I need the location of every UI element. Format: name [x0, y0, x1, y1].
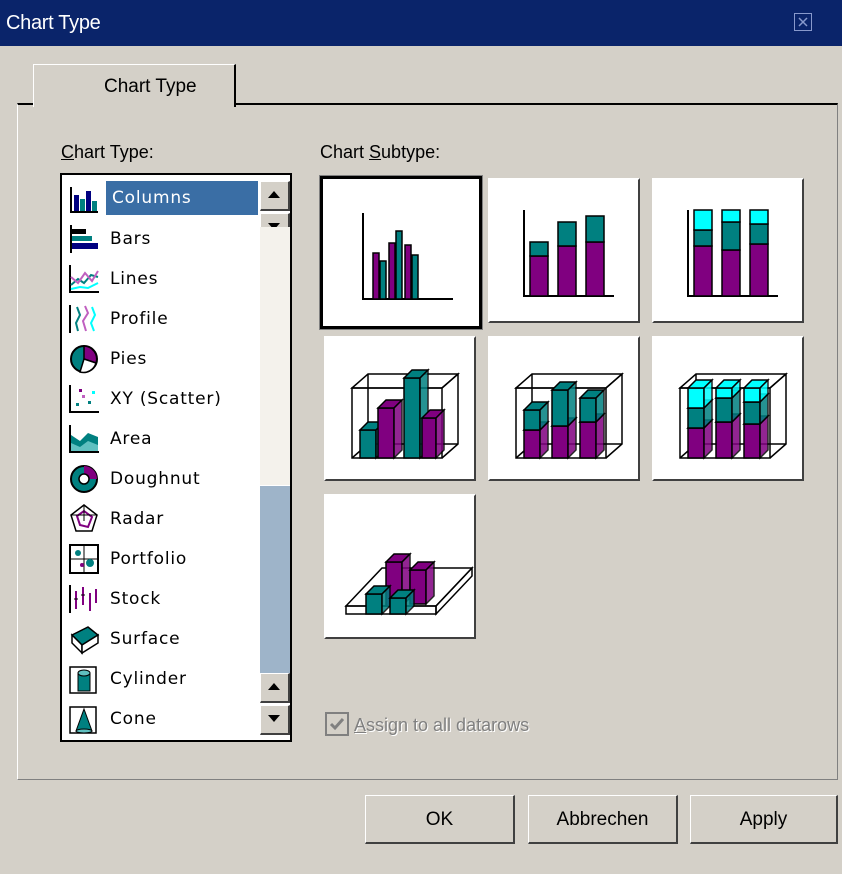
list-item-cylinder[interactable]: Cylinder [66, 659, 262, 697]
list-item-label: Cone [110, 709, 157, 729]
list-item-doughnut[interactable]: Doughnut [66, 459, 262, 497]
column-stacked-100-icon [687, 209, 778, 297]
apply-button[interactable]: Apply [690, 795, 838, 844]
column-clustered-icon [362, 213, 453, 300]
list-item-label: Cylinder [110, 669, 187, 689]
list-item-label: Columns [106, 181, 258, 215]
column-stacked-icon [523, 210, 614, 297]
subtype-column-stacked-100[interactable] [652, 178, 804, 323]
list-item-label: Profile [110, 309, 169, 329]
subtype-column-3d[interactable] [324, 494, 476, 639]
list-item-cone[interactable]: Cone [66, 699, 262, 737]
close-icon [798, 17, 808, 27]
close-button[interactable] [794, 13, 812, 31]
column-3d-icon [344, 552, 474, 616]
column-3d-clustered-icon [350, 368, 460, 460]
subtype-column-3d-clustered[interactable] [324, 336, 476, 481]
surface-icon [68, 623, 100, 655]
scroll-up-button[interactable] [260, 181, 290, 211]
list-item-portfolio[interactable]: Portfolio [66, 539, 262, 577]
checkmark-icon [329, 718, 345, 731]
list-item-label: Stock [110, 589, 162, 609]
radar-icon [68, 503, 100, 535]
cylinder-icon [68, 663, 100, 695]
arrow-down-icon [268, 715, 280, 722]
title-bar: Chart Type [0, 0, 842, 46]
scatter-icon [68, 383, 100, 415]
subtype-column-clustered[interactable] [319, 175, 483, 330]
subtype-column-stacked[interactable] [488, 178, 640, 323]
chart-type-label: Chart Type: [61, 142, 154, 162]
scrollbar-track[interactable] [260, 227, 290, 485]
pies-icon [68, 343, 100, 375]
cone-icon [68, 703, 100, 735]
list-item-label: Portfolio [110, 549, 188, 569]
list-item-profile[interactable]: Profile [66, 299, 262, 337]
portfolio-icon [68, 543, 100, 575]
list-item-label: Area [110, 429, 153, 449]
window-title: Chart Type [6, 12, 101, 34]
list-item-columns[interactable]: Columns [66, 179, 262, 217]
subtype-column-3d-stacked[interactable] [488, 336, 640, 481]
doughnut-icon [68, 463, 100, 495]
bars-icon [68, 223, 100, 255]
list-item-surface[interactable]: Surface [66, 619, 262, 657]
column-3d-stacked-icon [514, 372, 624, 460]
list-item-label: XY (Scatter) [110, 389, 222, 409]
ok-button[interactable]: OK [365, 795, 515, 844]
list-item-radar[interactable]: Radar [66, 499, 262, 537]
list-item-bars[interactable]: Bars [66, 219, 262, 257]
scrollbar-thumb[interactable] [260, 485, 290, 673]
list-item-label: Pies [110, 349, 148, 369]
list-item-lines[interactable]: Lines [66, 259, 262, 297]
subtype-column-3d-stacked-100[interactable] [652, 336, 804, 481]
list-item-area[interactable]: Area [66, 419, 262, 457]
lines-icon [68, 263, 100, 295]
list-item-scatter[interactable]: XY (Scatter) [66, 379, 262, 417]
column-3d-stacked-100-icon [678, 372, 788, 460]
area-icon [68, 423, 100, 455]
tab-chart-type[interactable]: Chart Type [33, 64, 236, 107]
arrow-up-icon [268, 683, 280, 690]
assign-checkbox-label: Assign to all datarows [354, 715, 530, 735]
tab-label: Chart Type [104, 76, 197, 97]
list-item-label: Lines [110, 269, 159, 289]
scroll-up-button-lower[interactable] [260, 673, 290, 703]
arrow-up-icon [268, 191, 280, 198]
columns-icon [68, 183, 100, 215]
profile-icon [68, 303, 100, 335]
list-item-label: Doughnut [110, 469, 201, 489]
stock-icon [68, 583, 100, 615]
list-item-pies[interactable]: Pies [66, 339, 262, 377]
chart-subtype-label: Chart Subtype: [320, 142, 441, 162]
list-item-label: Bars [110, 229, 152, 249]
list-item-label: Radar [110, 509, 165, 529]
cancel-button[interactable]: Abbrechen [528, 795, 678, 844]
list-item-label: Surface [110, 629, 181, 649]
chart-type-list[interactable]: Columns Bars Lines Profile Pies XY (Scatter) A… [60, 173, 292, 742]
list-item-stock[interactable]: Stock [66, 579, 262, 617]
assign-checkbox[interactable] [325, 712, 349, 736]
scroll-down-button-lower[interactable] [260, 705, 290, 735]
